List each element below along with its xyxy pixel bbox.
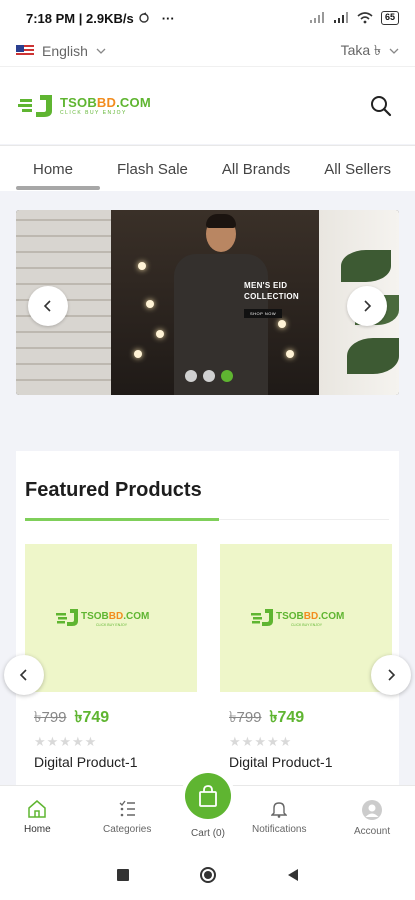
banner-caption: MEN'S EID COLLECTION SHOP NOW <box>244 280 314 320</box>
star-icon: ★ <box>254 734 266 749</box>
currency-selector[interactable]: Taka ৳ <box>341 39 399 63</box>
product-price: ৳749 <box>269 709 305 726</box>
home-icon <box>28 800 47 818</box>
chevron-left-icon <box>43 300 51 312</box>
bottom-nav-label: Home <box>24 824 51 835</box>
chevron-left-icon <box>19 669 27 681</box>
search-button[interactable] <box>365 90 397 122</box>
recent-apps-icon[interactable] <box>116 869 129 881</box>
products-prev-button[interactable] <box>4 655 44 695</box>
bottom-nav-account[interactable]: Account <box>354 800 390 837</box>
product-placeholder-logo: TSOBBD.COM CLICK BUY ENJOY <box>251 609 344 627</box>
shopping-bag-icon <box>199 785 217 807</box>
categories-list-icon <box>119 800 136 817</box>
banner-shop-button[interactable]: SHOP NOW <box>244 309 283 319</box>
sync-icon <box>138 12 149 23</box>
star-icon: ★ <box>46 734 59 749</box>
product-card[interactable]: TSOBBD.COM CLICK BUY ENJOY ৳799 ৳749 ★ ★ ★… <box>220 544 392 784</box>
star-icon: ★ <box>84 734 97 749</box>
bell-icon <box>271 802 288 818</box>
product-name[interactable]: Digital Product-1 <box>34 754 138 770</box>
star-icon: ★ <box>266 734 279 749</box>
home-circle-icon[interactable] <box>199 866 217 884</box>
us-flag-icon <box>16 45 34 57</box>
language-selector[interactable]: English <box>16 43 106 59</box>
banner-next-button[interactable] <box>347 286 387 326</box>
main-nav: Home Flash Sale All Brands All Sellers <box>0 145 415 191</box>
star-icon: ★ <box>59 734 71 749</box>
bottom-nav-notifications[interactable]: Notifications <box>252 800 306 835</box>
bottom-nav-categories[interactable]: Categories <box>103 800 151 835</box>
nav-item-all-sellers[interactable]: All Sellers <box>307 146 408 191</box>
star-icon: ★ <box>279 734 292 749</box>
rating-stars: ★ ★ ★ ★ ★ <box>34 734 96 750</box>
chevron-right-icon <box>364 300 372 312</box>
product-price: ৳749 <box>74 709 110 726</box>
system-nav-bar <box>0 850 415 900</box>
slider-dot[interactable] <box>185 370 197 382</box>
back-triangle-icon[interactable] <box>287 868 299 882</box>
chevron-right-icon <box>388 669 396 681</box>
bottom-nav-label: Account <box>354 826 391 837</box>
currency-label: Taka ৳ <box>340 42 381 58</box>
title-underline <box>25 518 219 521</box>
svg-text:TSOBBD.COM: TSOBBD.COM <box>276 611 344 622</box>
wifi-icon <box>357 12 373 24</box>
svg-text:CLICK BUY ENJOY: CLICK BUY ENJOY <box>291 623 323 627</box>
nav-item-flash-sale[interactable]: Flash Sale <box>100 146 205 191</box>
slider-dot-active[interactable] <box>221 370 233 382</box>
bottom-nav-label: Notifications <box>252 824 307 835</box>
product-image: TSOBBD.COM CLICK BUY ENJOY <box>25 544 197 692</box>
header: TSOBBD.COM CLICK BUY ENJOY <box>0 66 415 144</box>
svg-text:CLICK BUY ENJOY: CLICK BUY ENJOY <box>96 623 128 627</box>
star-icon: ★ <box>34 734 46 749</box>
rating-stars: ★ ★ ★ ★ ★ <box>229 734 291 750</box>
section-title: Featured Products <box>25 479 202 501</box>
status-time: 7:18 PM | 2.9KB/s <box>26 10 134 26</box>
avatar-icon <box>362 800 383 820</box>
product-image: TSOBBD.COM CLICK BUY ENJOY <box>220 544 392 692</box>
old-price: ৳799 <box>229 709 262 726</box>
featured-products-section: Featured Products TSOBBD.COM CLICK BUY E… <box>16 451 399 791</box>
site-logo[interactable]: TSOBBD.COM CLICK BUY ENJOY <box>18 93 151 119</box>
star-icon: ★ <box>241 734 254 749</box>
banner-slider[interactable]: MEN'S EID COLLECTION SHOP NOW <box>16 210 399 395</box>
old-price: ৳799 <box>34 709 67 726</box>
logo-tagline: CLICK BUY ENJOY <box>60 109 127 116</box>
cart-label[interactable]: Cart (0) <box>186 828 230 839</box>
nav-item-home[interactable]: Home <box>0 146 101 191</box>
more-notifications-icon: ··· <box>161 10 175 26</box>
search-icon <box>371 95 392 116</box>
logo-text: TSOBBD.COM <box>60 94 151 110</box>
language-label: English <box>42 43 88 59</box>
status-bar: 7:18 PM | 2.9KB/s ··· 65 <box>0 0 415 36</box>
signal-icon-2 <box>333 12 348 23</box>
product-name[interactable]: Digital Product-1 <box>229 754 333 770</box>
star-icon: ★ <box>229 734 241 749</box>
product-placeholder-logo: TSOBBD.COM CLICK BUY ENJOY <box>56 609 149 627</box>
banner-title-2: COLLECTION <box>244 292 299 302</box>
chevron-down-icon <box>389 48 399 54</box>
logo-mark-icon <box>18 94 52 117</box>
product-card[interactable]: TSOBBD.COM CLICK BUY ENJOY ৳799 ৳749 ★ ★ ★… <box>25 544 197 784</box>
chevron-down-icon <box>96 48 106 54</box>
bottom-nav: Home Categories Cart (0) Notifications A… <box>0 773 415 850</box>
banner-title-1: MEN'S EID <box>244 281 288 290</box>
cart-button[interactable] <box>185 773 231 819</box>
bottom-nav-label: Categories <box>103 824 152 835</box>
signal-icon <box>309 12 324 23</box>
nav-item-all-brands[interactable]: All Brands <box>205 146 307 191</box>
top-bar: English Taka ৳ <box>0 36 415 66</box>
svg-text:TSOBBD.COM: TSOBBD.COM <box>81 611 149 622</box>
bottom-nav-home[interactable]: Home <box>24 800 51 835</box>
products-next-button[interactable] <box>371 655 411 695</box>
battery-icon: 65 <box>380 11 399 25</box>
slider-dot[interactable] <box>203 370 215 382</box>
banner-prev-button[interactable] <box>28 286 68 326</box>
star-icon: ★ <box>71 734 84 749</box>
slider-dots <box>185 370 233 382</box>
